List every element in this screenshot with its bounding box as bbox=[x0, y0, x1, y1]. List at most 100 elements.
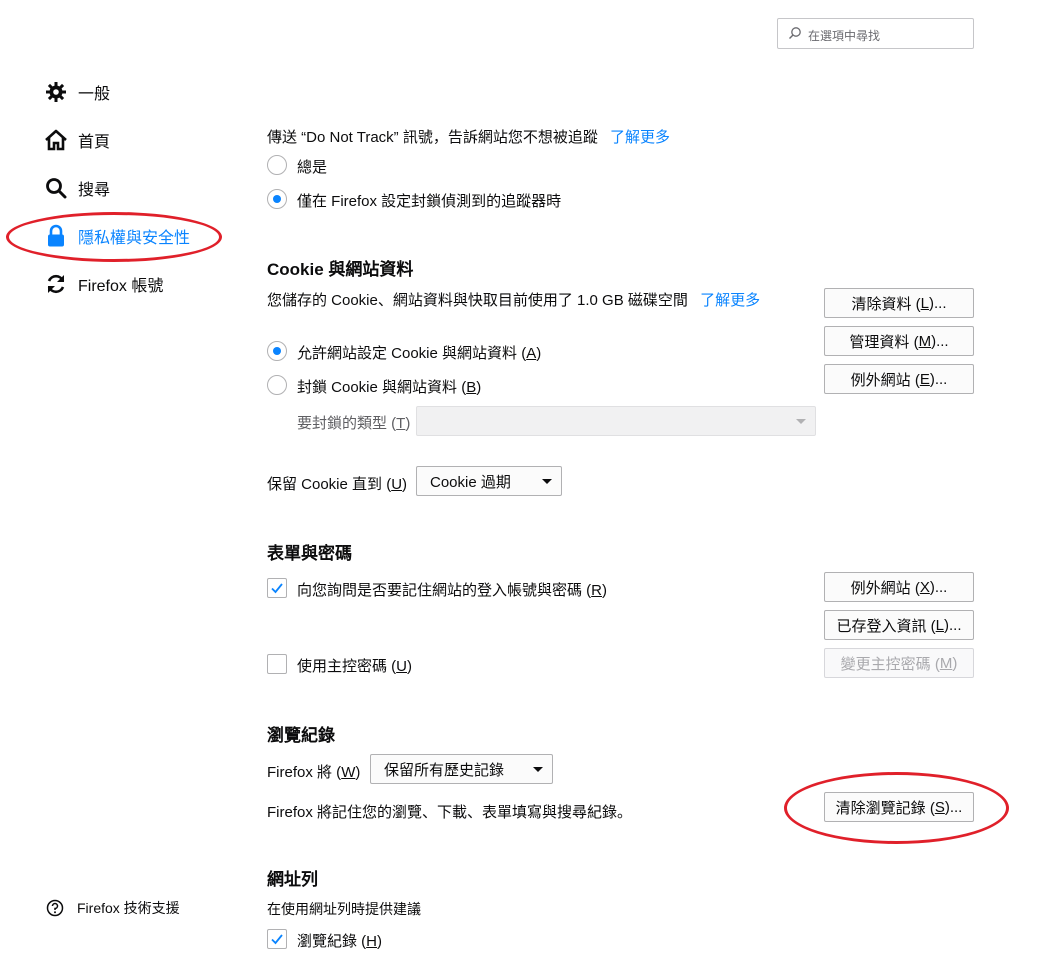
search-icon bbox=[789, 27, 801, 39]
cookie-exceptions-button[interactable]: 例外網站 (E)... bbox=[824, 364, 974, 394]
btn-text: 例外網站 ( bbox=[850, 579, 920, 597]
btn-tail: )... bbox=[944, 798, 963, 816]
btn-text: 例外網站 ( bbox=[850, 371, 920, 389]
clear-data-button[interactable]: 清除資料 (L)... bbox=[824, 288, 974, 318]
block-type-select[interactable] bbox=[416, 406, 816, 436]
btn-tail: )... bbox=[929, 578, 948, 596]
select-value: 保留所有歷史記錄 bbox=[384, 761, 505, 779]
label-accesskey: A bbox=[526, 345, 537, 362]
label-tail: ) bbox=[536, 345, 542, 362]
search-input[interactable]: 在選項中尋找 bbox=[777, 18, 974, 49]
support-link[interactable]: Firefox 技術支援 bbox=[46, 898, 180, 918]
checkmark-icon bbox=[271, 934, 283, 945]
addressbar-heading: 網址列 bbox=[267, 870, 318, 889]
support-label: Firefox 技術支援 bbox=[77, 900, 180, 916]
ask-save-logins-label: 向您詢問是否要記住網站的登入帳號與密碼 (R) bbox=[297, 579, 607, 600]
label-text: 允許網站設定 Cookie 與網站資料 ( bbox=[297, 345, 527, 362]
history-description: Firefox 將記住您的瀏覽、下載、表單填寫與搜尋紀錄。 bbox=[267, 804, 633, 821]
gear-icon bbox=[44, 80, 68, 104]
manage-data-button[interactable]: 管理資料 (M)... bbox=[824, 326, 974, 356]
label-tail: ) bbox=[355, 764, 361, 781]
home-icon bbox=[44, 128, 68, 152]
btn-accesskey: M bbox=[939, 654, 953, 672]
addressbar-subtitle: 在使用網址列時提供建議 bbox=[267, 901, 421, 917]
label-tail: ) bbox=[602, 582, 608, 599]
btn-accesskey: X bbox=[919, 578, 930, 596]
dnt-always-radio[interactable] bbox=[267, 155, 287, 175]
block-type-label: 要封鎖的類型 (T) bbox=[297, 412, 410, 433]
history-mode-select[interactable]: 保留所有歷史記錄 bbox=[370, 754, 553, 784]
label-tail: ) bbox=[377, 933, 383, 950]
dnt-learn-more-link[interactable]: 了解更多 bbox=[610, 129, 670, 146]
btn-text: 已存登入資訊 ( bbox=[836, 617, 936, 635]
btn-tail: )... bbox=[944, 616, 962, 634]
label-text: 要封鎖的類型 ( bbox=[297, 415, 397, 432]
label-accesskey: R bbox=[591, 582, 603, 599]
btn-text: 變更主控密碼 ( bbox=[840, 655, 940, 673]
label-text: 向您詢問是否要記住網站的登入帳號與密碼 ( bbox=[297, 582, 592, 599]
dnt-text: 傳送 “Do Not Track” 訊號，告訴網站您不想被追蹤 bbox=[267, 129, 598, 146]
sidebar-item-account[interactable]: Firefox 帳號 bbox=[44, 268, 163, 300]
btn-accesskey: L bbox=[920, 294, 929, 312]
cookies-heading: Cookie 與網站資料 bbox=[267, 260, 414, 279]
sidebar-item-label: 隱私權與安全性 bbox=[78, 230, 191, 247]
forms-heading: 表單與密碼 bbox=[267, 544, 352, 563]
select-value: Cookie 過期 bbox=[430, 473, 511, 491]
label-tail: ) bbox=[402, 476, 408, 493]
allow-cookies-label: 允許網站設定 Cookie 與網站資料 (A) bbox=[297, 342, 541, 363]
label-accesskey: U bbox=[391, 476, 403, 493]
btn-accesskey: S bbox=[934, 798, 945, 816]
block-cookies-label: 封鎖 Cookie 與網站資料 (B) bbox=[297, 376, 481, 397]
chevron-down-icon bbox=[796, 419, 806, 424]
btn-accesskey: L bbox=[935, 616, 944, 634]
label-accesskey: H bbox=[366, 933, 378, 950]
label-text: 封鎖 Cookie 與網站資料 ( bbox=[297, 379, 467, 396]
btn-accesskey: E bbox=[919, 370, 930, 388]
allow-cookies-radio[interactable] bbox=[267, 341, 287, 361]
sidebar-item-privacy[interactable]: 隱私權與安全性 bbox=[44, 220, 190, 252]
dnt-always-label: 總是 bbox=[297, 159, 328, 176]
clear-history-button[interactable]: 清除瀏覽記錄 (S)... bbox=[824, 792, 974, 822]
sidebar-item-label: 搜尋 bbox=[78, 182, 111, 199]
dnt-tracking-protection-label: 僅在 Firefox 設定封鎖偵測到的追蹤器時 bbox=[297, 193, 562, 210]
label-tail: ) bbox=[476, 379, 482, 396]
dnt-description: 傳送 “Do Not Track” 訊號，告訴網站您不想被追蹤 了解更多 bbox=[267, 126, 670, 147]
label-accesskey: B bbox=[466, 379, 477, 396]
cookies-learn-more-link[interactable]: 了解更多 bbox=[700, 292, 760, 309]
help-icon bbox=[46, 899, 64, 917]
label-accesskey: W bbox=[341, 764, 356, 781]
btn-text: 清除瀏覽記錄 ( bbox=[835, 799, 935, 817]
block-cookies-radio[interactable] bbox=[267, 375, 287, 395]
search-placeholder: 在選項中尋找 bbox=[808, 29, 881, 43]
search-icon bbox=[44, 176, 68, 200]
master-password-checkbox[interactable] bbox=[267, 654, 287, 674]
btn-tail: )... bbox=[931, 332, 949, 350]
saved-logins-button[interactable]: 已存登入資訊 (L)... bbox=[824, 610, 974, 640]
login-exceptions-button[interactable]: 例外網站 (X)... bbox=[824, 572, 974, 602]
suggest-history-label: 瀏覽紀錄 (H) bbox=[297, 930, 382, 951]
btn-tail: ) bbox=[952, 654, 958, 672]
ask-save-logins-checkbox[interactable] bbox=[267, 578, 287, 598]
cookies-usage: 您儲存的 Cookie、網站資料與快取目前使用了 1.0 GB 磁碟空間 了解更… bbox=[267, 289, 760, 310]
label-accesskey: T bbox=[396, 415, 406, 432]
btn-tail: )... bbox=[929, 370, 948, 388]
sidebar-item-label: 一般 bbox=[78, 86, 111, 103]
sidebar-item-label: 首頁 bbox=[78, 134, 111, 151]
label-accesskey: U bbox=[396, 658, 408, 675]
sync-icon bbox=[44, 272, 68, 296]
sidebar-item-general[interactable]: 一般 bbox=[44, 76, 110, 108]
lock-icon bbox=[44, 224, 68, 248]
label-text: 使用主控密碼 ( bbox=[297, 658, 397, 675]
change-master-password-button[interactable]: 變更主控密碼 (M) bbox=[824, 648, 974, 678]
chevron-down-icon bbox=[542, 479, 552, 484]
sidebar-item-search[interactable]: 搜尋 bbox=[44, 172, 110, 204]
sidebar-item-home[interactable]: 首頁 bbox=[44, 124, 110, 156]
suggest-history-checkbox[interactable] bbox=[267, 929, 287, 949]
label-text: 瀏覽紀錄 ( bbox=[297, 933, 367, 950]
chevron-down-icon bbox=[533, 767, 543, 772]
dnt-tracking-protection-radio[interactable] bbox=[267, 189, 287, 209]
btn-accesskey: M bbox=[918, 332, 932, 350]
master-password-label: 使用主控密碼 (U) bbox=[297, 655, 412, 676]
keep-cookies-select[interactable]: Cookie 過期 bbox=[416, 466, 562, 496]
btn-tail: )... bbox=[929, 294, 947, 312]
